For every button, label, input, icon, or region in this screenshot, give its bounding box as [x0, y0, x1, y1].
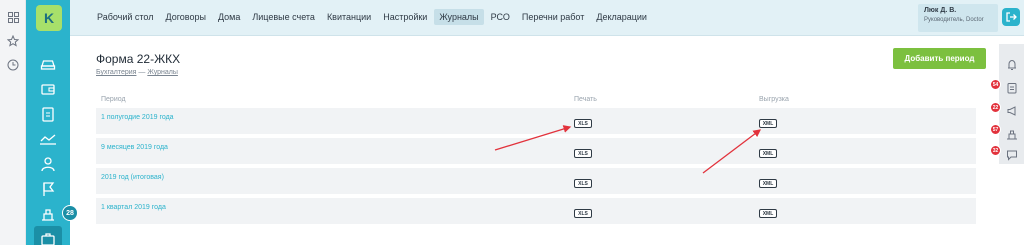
building-icon[interactable]	[1005, 127, 1018, 140]
column-header-export: Выгрузка	[759, 96, 789, 103]
building-icon[interactable]	[36, 204, 60, 224]
logo-letter: K	[43, 10, 55, 26]
messages-badge: 32	[990, 145, 1001, 156]
buildings-badge: 57	[990, 124, 1001, 135]
nav-item-settings[interactable]: Настройки	[378, 9, 432, 25]
notification-counter: 28	[62, 205, 78, 221]
add-period-button[interactable]: Добавить период	[893, 48, 986, 69]
xml-download-button[interactable]: XML	[759, 119, 777, 128]
xls-download-button[interactable]: XLS	[574, 149, 592, 158]
breadcrumb-separator: —	[138, 69, 146, 76]
nav-item-accounts[interactable]: Лицевые счета	[247, 9, 320, 25]
top-nav: Рабочий стол Договоры Дома Лицевые счета…	[70, 0, 1024, 36]
logout-icon	[1006, 12, 1017, 22]
table-header: Период Печать Выгрузка	[96, 92, 976, 106]
clock-icon[interactable]	[6, 58, 20, 72]
breadcrumb-accounting[interactable]: Бухгалтерия	[96, 69, 136, 76]
nav-item-declarations[interactable]: Декларации	[591, 9, 652, 25]
xls-download-button[interactable]: XLS	[574, 119, 592, 128]
chat-icon[interactable]	[1005, 148, 1018, 161]
logo[interactable]: K	[36, 5, 62, 31]
breadcrumb-journals[interactable]: Журналы	[147, 69, 178, 76]
clipboard-icon[interactable]	[36, 104, 60, 124]
nav-item-houses[interactable]: Дома	[213, 9, 245, 25]
nav-item-journals[interactable]: Журналы	[434, 9, 484, 25]
star-icon[interactable]	[6, 34, 20, 48]
xml-download-button[interactable]: XML	[759, 209, 777, 218]
table-row: 1 квартал 2019 года XLS XML	[96, 198, 976, 224]
period-link[interactable]: 2019 год (итоговая)	[101, 174, 164, 181]
announcements-badge: 22	[990, 102, 1001, 113]
nav-item-rso[interactable]: РСО	[486, 9, 515, 25]
nav-item-desktop[interactable]: Рабочий стол	[92, 9, 159, 25]
grid-icon[interactable]	[6, 10, 20, 24]
chart-icon[interactable]	[36, 129, 60, 149]
period-link[interactable]: 1 квартал 2019 года	[101, 204, 166, 211]
column-header-print: Печать	[574, 96, 597, 103]
nav-item-contracts[interactable]: Договоры	[161, 9, 211, 25]
user-role: Руководитель, Doctor	[924, 17, 984, 23]
xls-download-button[interactable]: XLS	[574, 179, 592, 188]
bell-icon[interactable]	[1005, 58, 1018, 71]
car-icon[interactable]	[36, 54, 60, 74]
tasks-badge: 54	[990, 79, 1001, 90]
table-row: 2019 год (итоговая) XLS XML	[96, 168, 976, 194]
right-rail	[999, 44, 1024, 164]
users-icon[interactable]	[36, 154, 60, 174]
logout-button[interactable]	[1002, 8, 1020, 26]
clipboard-icon[interactable]	[1005, 81, 1018, 94]
period-link[interactable]: 9 месяцев 2019 года	[101, 144, 168, 151]
period-link[interactable]: 1 полугодие 2019 года	[101, 114, 174, 121]
column-header-period: Период	[101, 96, 126, 103]
wallet-icon[interactable]	[36, 79, 60, 99]
app-root: K 28 Рабочий стол Договоры Дома Лицевые …	[0, 0, 1024, 245]
xml-download-button[interactable]: XML	[759, 149, 777, 158]
nav-item-work-lists[interactable]: Перечни работ	[517, 9, 589, 25]
table-row: 9 месяцев 2019 года XLS XML	[96, 138, 976, 164]
table-row: 1 полугодие 2019 года XLS XML	[96, 108, 976, 134]
flag-icon[interactable]	[36, 179, 60, 199]
nav-item-receipts[interactable]: Квитанции	[322, 9, 376, 25]
megaphone-icon[interactable]	[1005, 104, 1018, 117]
page-title: Форма 22-ЖКХ	[96, 52, 181, 66]
user-card[interactable]: Люк Д. В. Руководитель, Doctor	[918, 4, 998, 32]
briefcase-icon[interactable]	[34, 226, 62, 245]
xml-download-button[interactable]: XML	[759, 179, 777, 188]
user-name: Люк Д. В.	[924, 7, 957, 14]
xls-download-button[interactable]: XLS	[574, 209, 592, 218]
left-rail	[0, 0, 26, 245]
breadcrumb: Бухгалтерия — Журналы	[96, 69, 178, 76]
nav-menu: Рабочий стол Договоры Дома Лицевые счета…	[92, 9, 654, 25]
